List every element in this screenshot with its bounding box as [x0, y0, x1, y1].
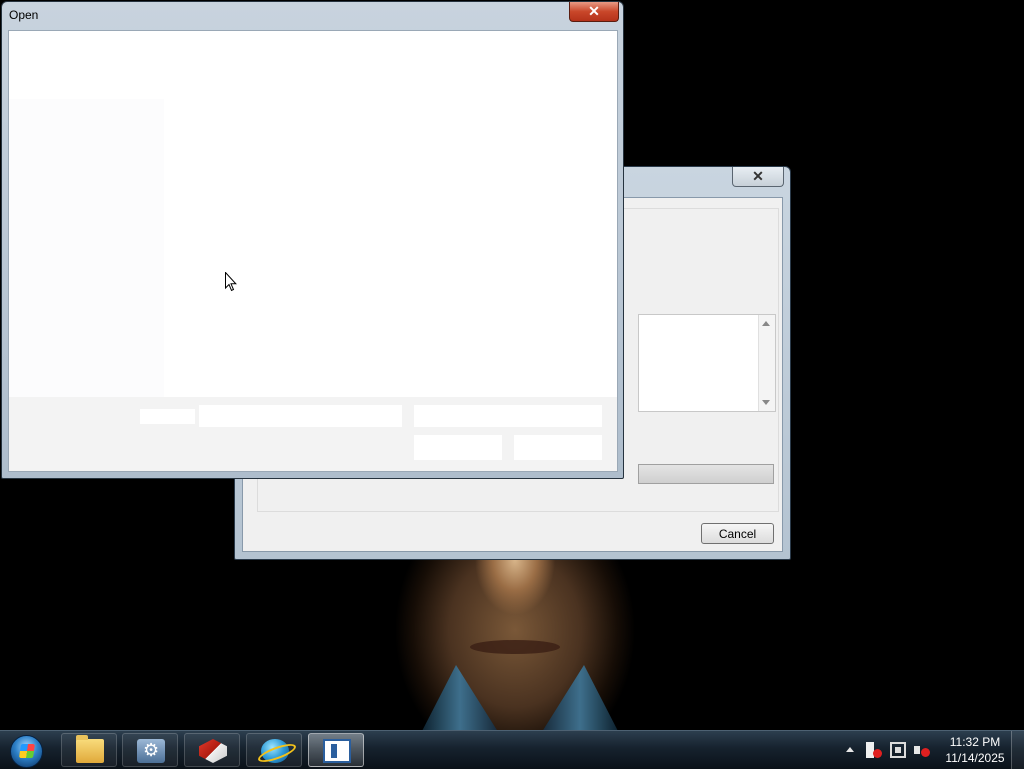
clock-time: 11:32 PM [949, 735, 1001, 749]
window-icon [323, 739, 351, 763]
open-dialog-cancel-button[interactable] [514, 435, 602, 460]
open-dialog-bottom-panel [9, 397, 617, 471]
windows-logo-icon [10, 735, 43, 768]
taskbar-browser-button[interactable] [246, 733, 302, 767]
taskbar-clock[interactable]: 11:32 PM 11/14/2025 [940, 734, 1010, 766]
open-dialog-client [8, 30, 618, 472]
shield-icon [199, 739, 227, 763]
file-type-select[interactable] [414, 405, 602, 427]
open-dialog: Open ✕ [1, 1, 624, 479]
background-dialog-close-button[interactable]: ✕ [732, 167, 784, 187]
show-hidden-icons-icon[interactable] [846, 747, 854, 752]
taskbar-active-window-button[interactable] [308, 733, 364, 767]
file-name-input[interactable] [199, 405, 402, 427]
file-name-label [140, 409, 195, 424]
volume-muted-icon[interactable] [914, 742, 930, 758]
show-desktop-button[interactable] [1011, 731, 1024, 769]
open-button[interactable] [414, 435, 502, 460]
background-dialog-list[interactable] [638, 314, 776, 412]
close-icon: ✕ [752, 168, 764, 184]
gear-icon [137, 739, 165, 763]
taskbar: 11:32 PM 11/14/2025 [0, 730, 1024, 769]
taskbar-control-panel-button[interactable] [122, 733, 178, 767]
network-icon[interactable] [890, 742, 906, 758]
close-icon: ✕ [588, 3, 600, 19]
globe-icon [261, 739, 289, 763]
start-button[interactable] [7, 733, 47, 768]
taskbar-security-button[interactable] [184, 733, 240, 767]
list-scrollbar[interactable] [758, 315, 775, 411]
clock-date: 11/14/2025 [945, 751, 1005, 765]
mouse-cursor-icon [225, 272, 237, 292]
action-center-flag-icon[interactable] [866, 742, 882, 758]
folder-icon [76, 735, 104, 763]
wallpaper-mouth [470, 640, 560, 654]
background-dialog-progress-bar [638, 464, 774, 484]
scroll-up-icon[interactable] [762, 321, 770, 326]
cancel-button[interactable]: Cancel [701, 523, 774, 544]
scroll-down-icon[interactable] [762, 400, 770, 405]
open-dialog-close-button[interactable]: ✕ [569, 2, 619, 22]
taskbar-explorer-button[interactable] [61, 733, 117, 767]
navigation-pane[interactable] [9, 99, 164, 397]
open-dialog-title: Open [9, 8, 39, 22]
